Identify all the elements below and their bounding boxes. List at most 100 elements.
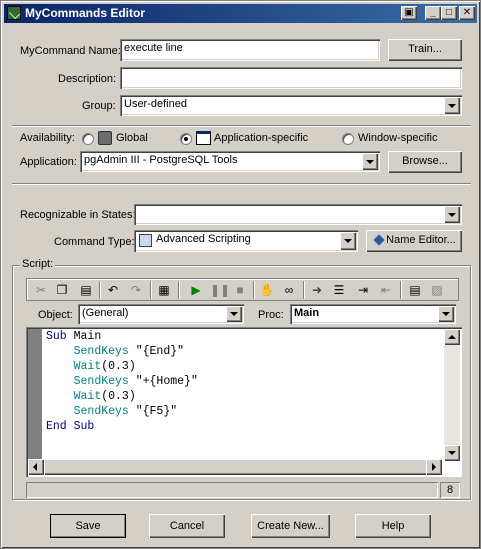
horizontal-scroll-thumb[interactable]	[44, 459, 428, 475]
minimize-button[interactable]: _	[425, 6, 441, 20]
maximize-button[interactable]: □	[441, 6, 457, 20]
toolbar-separator	[150, 281, 152, 299]
window-specific-option-label: Window-specific	[358, 132, 438, 144]
arrow-right-icon	[432, 463, 436, 471]
horizontal-scrollbar[interactable]	[28, 459, 442, 475]
chevron-down-icon[interactable]	[438, 306, 454, 322]
global-icon	[98, 131, 112, 145]
script-icon	[139, 234, 152, 247]
chevron-down-icon[interactable]	[340, 232, 356, 250]
code-area[interactable]: Sub Main SendKeys "{End}" Wait(0.3) Send…	[46, 329, 198, 434]
script-editor[interactable]: Sub Main SendKeys "{End}" Wait(0.3) Send…	[26, 327, 462, 477]
pause-icon[interactable]: ❚❚	[210, 282, 230, 298]
train-button[interactable]: Train...	[388, 39, 462, 61]
mycommands-editor-window: MyCommands Editor ▣ _ □ ✕ MyCommand Name…	[0, 0, 481, 549]
command-name-input[interactable]: execute line	[120, 39, 380, 61]
code-keyword: Sub	[46, 330, 67, 343]
cancel-button[interactable]: Cancel	[149, 514, 225, 538]
code-keyword: End Sub	[46, 420, 95, 433]
code-line[interactable]: End Sub	[46, 419, 198, 434]
proc-value: Main	[294, 307, 320, 319]
cut-icon[interactable]: ✂	[33, 282, 49, 298]
code-text: "{F5}"	[128, 405, 178, 418]
code-text: Main	[66, 330, 102, 343]
group-select[interactable]: User-defined	[120, 95, 462, 116]
radio-window-specific[interactable]	[342, 133, 354, 145]
command-type-select[interactable]: Advanced Scripting	[134, 230, 358, 252]
radio-application-specific[interactable]	[180, 133, 192, 145]
app-icon	[7, 6, 21, 20]
command-type-value: Advanced Scripting	[156, 233, 251, 245]
scroll-left-button[interactable]	[28, 459, 44, 475]
help-button[interactable]: Help	[355, 514, 431, 538]
watch-icon[interactable]: ∞	[281, 282, 297, 298]
code-line[interactable]: Wait(0.3)	[46, 389, 198, 404]
title-bar[interactable]: MyCommands Editor ▣ _ □ ✕	[4, 4, 477, 23]
radio-global[interactable]	[82, 133, 94, 145]
script-group-label: Script:	[20, 258, 56, 270]
arrow-left-icon	[33, 463, 37, 471]
scroll-down-button[interactable]	[444, 445, 460, 461]
references-icon[interactable]: ▨	[429, 282, 445, 298]
states-label: Recognizable in States:	[20, 209, 136, 221]
copy-icon[interactable]: ❐	[54, 282, 70, 298]
vertical-scrollbar[interactable]	[444, 329, 460, 461]
code-function: SendKeys	[73, 405, 129, 418]
editor-gutter	[28, 329, 42, 461]
description-input[interactable]	[120, 67, 462, 89]
chevron-down-icon[interactable]	[226, 306, 242, 322]
diamond-icon	[373, 234, 385, 246]
code-text: (0.3)	[101, 360, 136, 373]
browse-button[interactable]: Browse...	[388, 151, 462, 173]
run-icon[interactable]: ▶	[188, 282, 204, 298]
code-line[interactable]: SendKeys "{End}"	[46, 344, 198, 359]
save-button[interactable]: Save	[50, 514, 126, 538]
undo-icon[interactable]: ↶	[105, 282, 121, 298]
hand-icon[interactable]: ✋	[259, 282, 275, 298]
code-line[interactable]: Sub Main	[46, 329, 198, 344]
proc-label: Proc:	[258, 309, 284, 321]
toggle-breakpoint-icon[interactable]: ⇤	[378, 282, 394, 298]
application-select[interactable]: pgAdmin III - PostgreSQL Tools	[80, 151, 380, 172]
group-label: Group:	[82, 100, 116, 112]
toolbar-separator	[178, 281, 180, 299]
code-line[interactable]: SendKeys "{F5}"	[46, 404, 198, 419]
window-icon	[196, 131, 211, 145]
code-function: SendKeys	[73, 375, 129, 388]
window-title: MyCommands Editor	[25, 6, 146, 20]
close-button[interactable]: ✕	[459, 6, 475, 20]
object-value: (General)	[82, 307, 129, 319]
scroll-right-button[interactable]	[426, 459, 442, 475]
code-line[interactable]: SendKeys "+{Home}"	[46, 374, 198, 389]
step-out-icon[interactable]: ⇥	[355, 282, 371, 298]
create-new-button[interactable]: Create New...	[251, 514, 330, 538]
restore-icon[interactable]: ▣	[401, 6, 417, 20]
step-over-icon[interactable]: ☰	[331, 282, 347, 298]
scroll-up-button[interactable]	[444, 329, 460, 345]
toolbar-separator	[99, 281, 101, 299]
arrow-down-icon	[448, 451, 456, 455]
separator	[12, 125, 471, 127]
global-option-label: Global	[116, 132, 148, 144]
chevron-down-icon[interactable]	[444, 206, 460, 223]
step-into-icon[interactable]: ➜	[309, 282, 325, 298]
proc-select[interactable]: Main	[290, 304, 456, 324]
code-line[interactable]: Wait(0.3)	[46, 359, 198, 374]
application-label: Application:	[20, 156, 77, 168]
dialog-editor-icon[interactable]: ▦	[156, 282, 172, 298]
command-name-label: MyCommand Name:	[20, 45, 121, 57]
states-select[interactable]	[134, 204, 462, 225]
properties-icon[interactable]: ▤	[407, 282, 423, 298]
name-editor-button[interactable]: Name Editor...	[366, 230, 462, 252]
chevron-down-icon[interactable]	[362, 153, 378, 170]
toolbar-separator	[253, 281, 255, 299]
stop-icon[interactable]: ■	[232, 282, 248, 298]
redo-icon[interactable]: ↷	[128, 282, 144, 298]
availability-label: Availability:	[20, 132, 75, 144]
arrow-up-icon	[448, 335, 456, 339]
object-select[interactable]: (General)	[78, 304, 244, 324]
chevron-down-icon[interactable]	[444, 97, 460, 114]
paste-icon[interactable]: ▤	[78, 282, 94, 298]
